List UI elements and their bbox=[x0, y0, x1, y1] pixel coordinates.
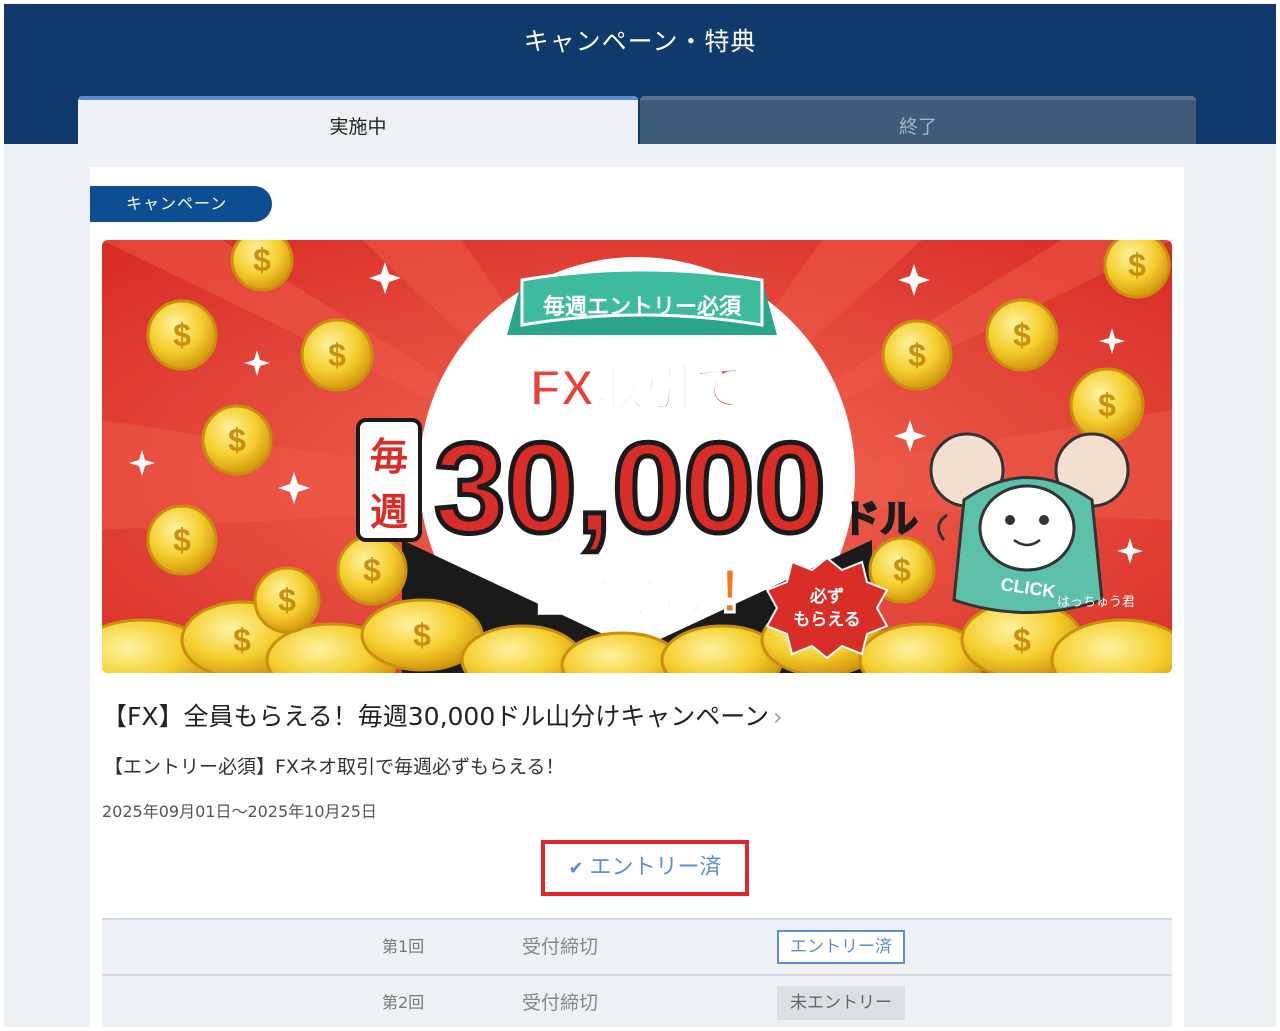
campaign-title-link[interactable]: 【FX】全員もらえる！毎週30,000ドル山分けキャンペーン › bbox=[102, 697, 783, 733]
svg-text:もらえる: もらえる bbox=[793, 610, 861, 629]
svg-text:$: $ bbox=[1013, 622, 1031, 658]
svg-text:$: $ bbox=[173, 522, 191, 558]
svg-text:はっちゅう君: はっちゅう君 bbox=[1057, 594, 1135, 609]
svg-text:$: $ bbox=[908, 337, 926, 373]
svg-text:ドル: ドル bbox=[842, 499, 918, 541]
entry-done-badge[interactable]: エントリー済 bbox=[777, 930, 905, 964]
campaign-subtitle: 【エントリー必須】FXネオ取引で毎週必ずもらえる！ bbox=[104, 756, 565, 778]
table-row: 第2回 受付締切 未エントリー bbox=[102, 974, 1172, 1027]
svg-text:山分け!: 山分け! bbox=[534, 557, 741, 626]
check-icon: ✔ bbox=[568, 858, 584, 879]
round-status: 受付締切 bbox=[522, 936, 599, 958]
app-frame: キャンペーン・特典 実施中 終了 キャンペーン $ $ $ $ $ $ $ $ … bbox=[4, 4, 1276, 1027]
svg-text:$: $ bbox=[1128, 247, 1146, 283]
svg-text:$: $ bbox=[1013, 317, 1031, 353]
page-title: キャンペーン・特典 bbox=[4, 4, 1276, 78]
svg-text:毎: 毎 bbox=[370, 437, 408, 479]
tab-active-campaigns[interactable]: 実施中 bbox=[78, 96, 638, 144]
entry-status-label: エントリー済 bbox=[589, 855, 722, 880]
banner-illustration: $ $ $ $ $ $ $ $ $ $ $ $ $ $ $ $ bbox=[102, 240, 1172, 673]
campaign-card: キャンペーン $ $ $ $ $ $ $ $ $ $ $ $ $ $ $ 毎週エ… bbox=[90, 167, 1184, 1027]
svg-text:$: $ bbox=[253, 242, 271, 278]
svg-text:$: $ bbox=[363, 552, 381, 588]
section-badge: キャンペーン bbox=[90, 186, 272, 222]
svg-text:$: $ bbox=[328, 337, 346, 373]
entry-status-box: ✔ エントリー済 bbox=[541, 840, 749, 896]
svg-text:$: $ bbox=[228, 422, 246, 458]
svg-text:週: 週 bbox=[370, 492, 408, 534]
svg-text:$: $ bbox=[1098, 387, 1116, 423]
svg-text:30,000: 30,000 bbox=[434, 417, 826, 560]
campaign-title: 【FX】全員もらえる！毎週30,000ドル山分けキャンペーン bbox=[102, 702, 769, 731]
svg-text:$: $ bbox=[893, 552, 911, 588]
campaign-banner[interactable]: $ $ $ $ $ $ $ $ $ $ $ $ $ $ $ $ bbox=[102, 240, 1172, 673]
ribbon: 毎週エントリー必須 bbox=[507, 268, 777, 335]
svg-text:FX取引で: FX取引で bbox=[530, 360, 744, 416]
chevron-right-icon: › bbox=[772, 703, 783, 731]
not-entered-badge[interactable]: 未エントリー bbox=[777, 986, 905, 1020]
tab-ended-campaigns[interactable]: 終了 bbox=[640, 96, 1196, 144]
svg-text:必ず: 必ず bbox=[809, 586, 844, 606]
rounds-table: 第1回 受付締切 エントリー済 第2回 受付締切 未エントリー bbox=[102, 918, 1172, 1027]
tab-bar: 実施中 終了 bbox=[4, 78, 1276, 144]
round-label: 第2回 bbox=[382, 993, 425, 1012]
table-row: 第1回 受付締切 エントリー済 bbox=[102, 918, 1172, 974]
svg-text:毎週エントリー必須: 毎週エントリー必須 bbox=[543, 294, 742, 319]
svg-text:$: $ bbox=[278, 582, 296, 618]
svg-text:$: $ bbox=[413, 617, 431, 653]
round-status: 受付締切 bbox=[522, 992, 599, 1014]
round-label: 第1回 bbox=[382, 937, 425, 956]
svg-text:$: $ bbox=[233, 622, 251, 658]
weekly-label: 毎 週 bbox=[356, 418, 422, 542]
campaign-period: 2025年09月01日〜2025年10月25日 bbox=[102, 802, 377, 821]
svg-text:$: $ bbox=[173, 317, 191, 353]
